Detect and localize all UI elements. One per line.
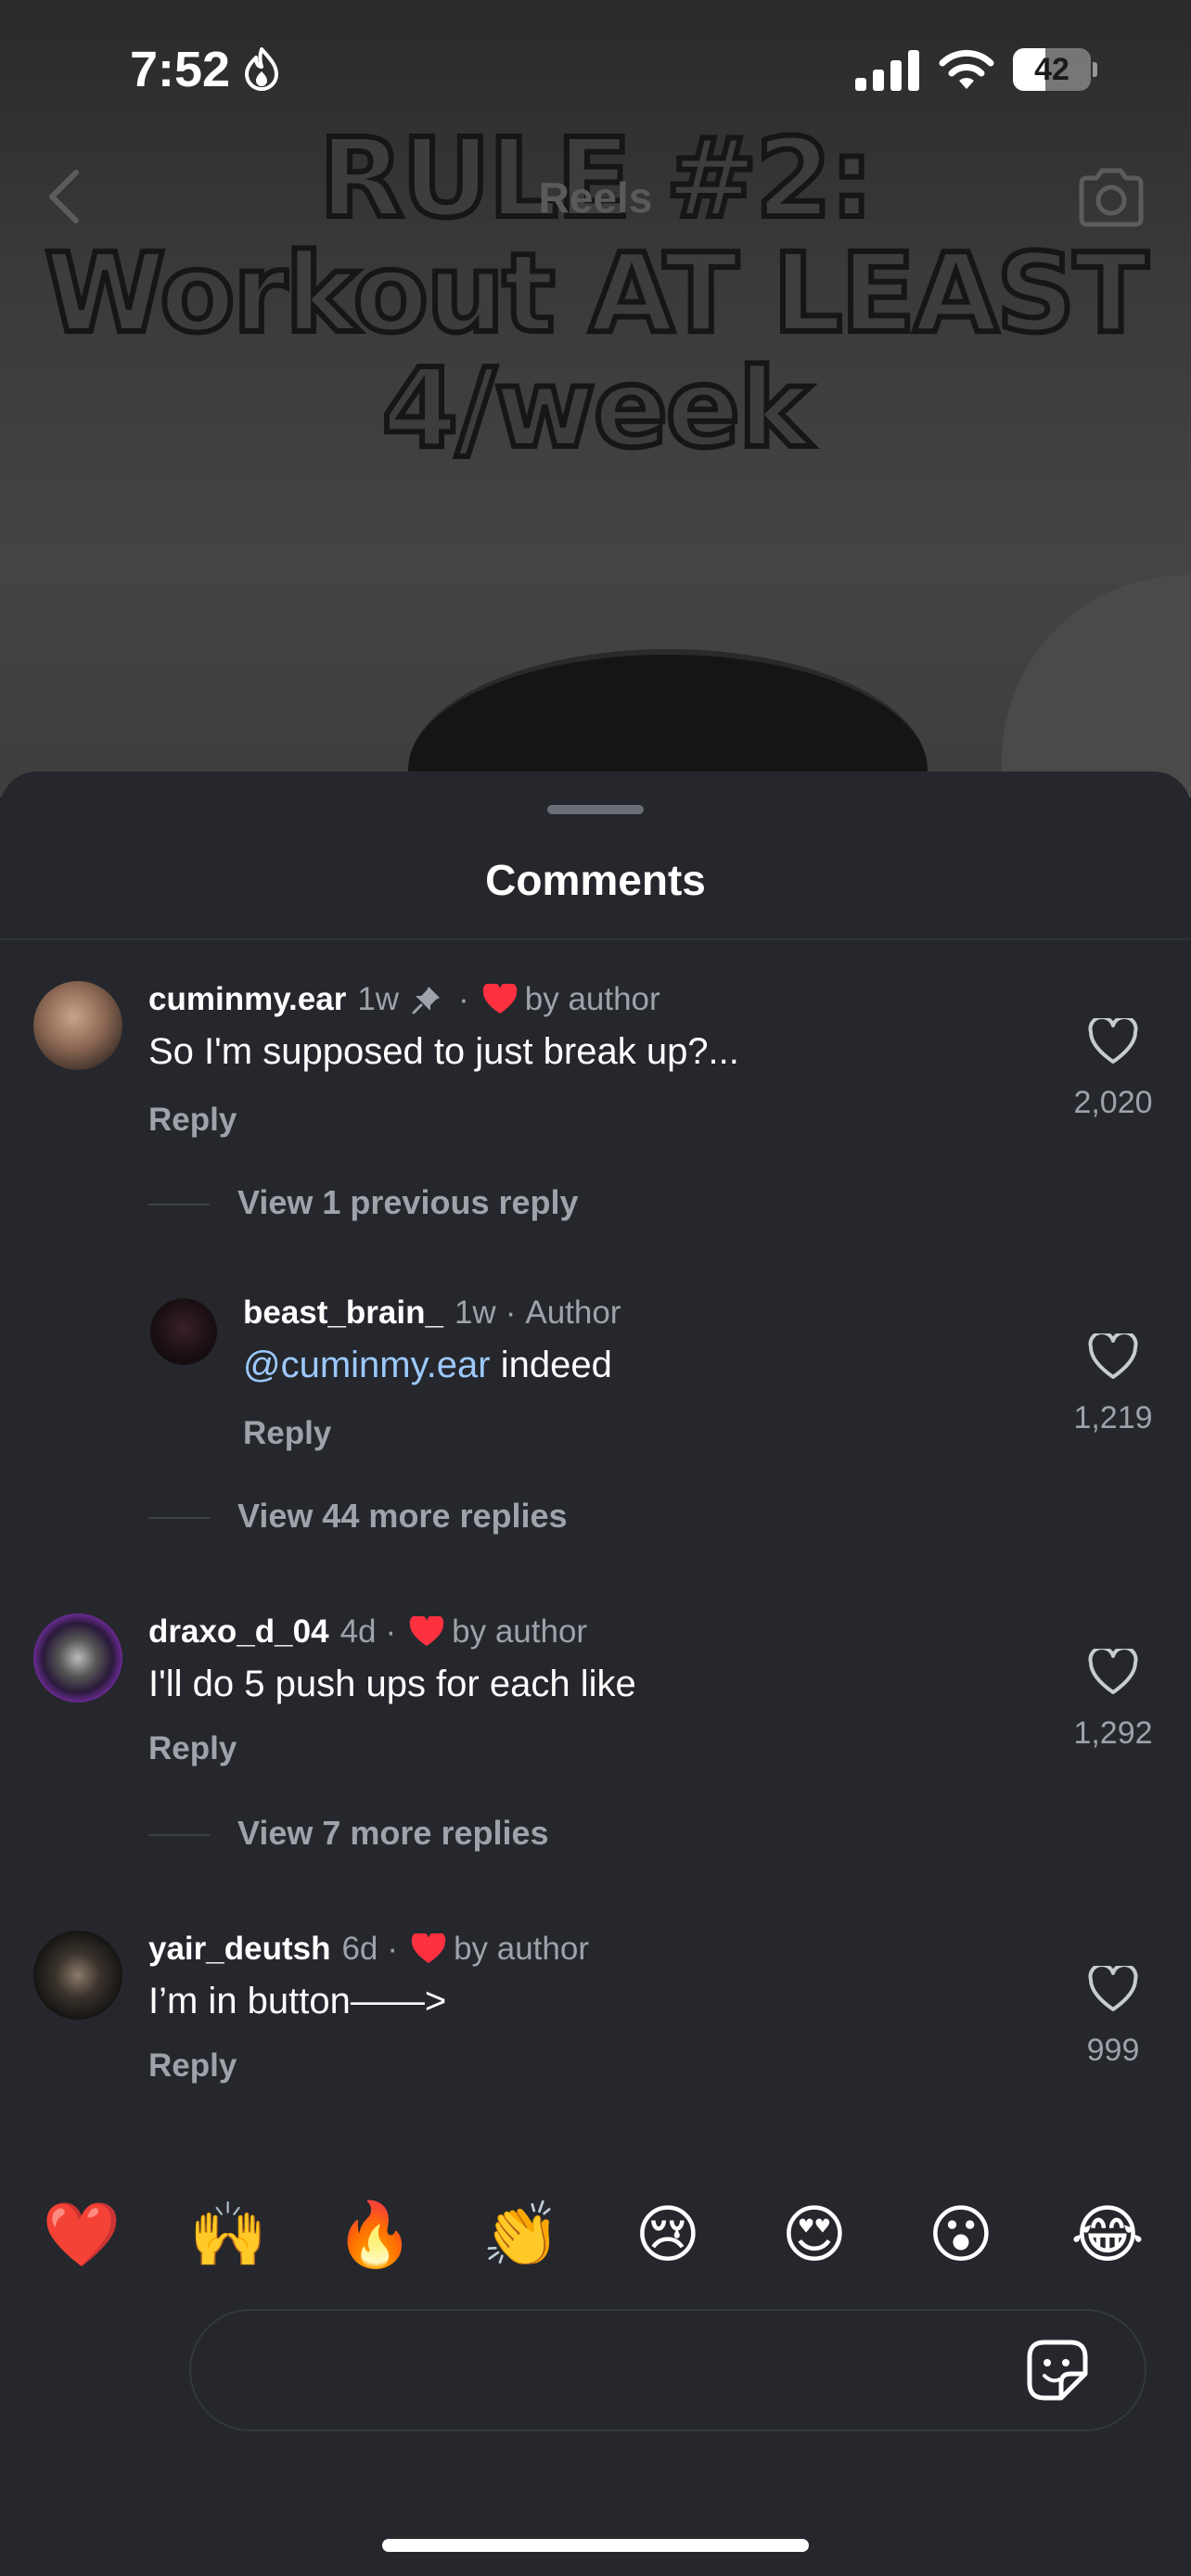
author-liked-heart-icon — [482, 984, 517, 1014]
view-replies-button[interactable]: View 7 more replies — [0, 1810, 1191, 1856]
status-bar: 7:52 42 — [0, 0, 1191, 139]
thread-line — [148, 1204, 210, 1205]
comment-age: 1w — [454, 1294, 496, 1331]
emoji-fire-button[interactable]: 🔥 — [328, 2188, 421, 2281]
meta-separator: · — [385, 1613, 397, 1650]
video-caption-line: Workout AT LEAST — [42, 229, 1150, 357]
comment-text: I'll do 5 push ups for each like — [148, 1664, 636, 1704]
home-indicator[interactable] — [382, 2539, 809, 2552]
comment-text: @cuminmy.ear indeed — [243, 1345, 612, 1386]
emoji-clap-button[interactable]: 👏 — [475, 2188, 568, 2281]
cellular-signal-icon — [855, 50, 919, 91]
comment-meta: beast_brain_ 1w · Author — [243, 1294, 621, 1332]
heart-like-icon[interactable] — [1087, 1333, 1139, 1382]
avatar[interactable] — [33, 981, 122, 1070]
emoji-surprised-button[interactable]: 😮 — [915, 2188, 1007, 2281]
heart-like-icon[interactable] — [1087, 1966, 1139, 2014]
comment-text: So I'm supposed to just break up?... — [148, 1031, 739, 1072]
battery-indicator: 42 — [1013, 48, 1097, 91]
avatar[interactable] — [33, 1931, 122, 2020]
sheet-grabber-handle[interactable] — [547, 805, 644, 814]
sticker-icon[interactable] — [1024, 2337, 1091, 2404]
heart-like-icon[interactable] — [1087, 1018, 1139, 1066]
emoji-laughing-button[interactable]: 😂 — [1061, 2188, 1154, 2281]
nav-title: Reels — [538, 173, 653, 222]
liked-by-author-label: by author — [454, 1931, 589, 1967]
meta-separator: · — [387, 1931, 399, 1967]
view-replies-button[interactable]: View 44 more replies — [0, 1493, 1191, 1539]
avatar[interactable] — [33, 1613, 122, 1702]
comment-input[interactable] — [228, 2339, 989, 2404]
wifi-icon — [939, 49, 994, 89]
comment-username[interactable]: beast_brain_ — [243, 1294, 443, 1332]
pin-icon — [412, 987, 441, 1014]
mention-link[interactable]: @cuminmy.ear — [243, 1345, 491, 1385]
comment-meta: draxo_d_04 4d · by author — [148, 1613, 587, 1651]
emoji-heart-button[interactable]: ❤️ — [35, 2188, 128, 2281]
emoji-heart-eyes-button[interactable]: 😍 — [768, 2188, 861, 2281]
like-count: 1,292 — [1073, 1715, 1153, 1751]
comment-age: 6d — [341, 1931, 378, 1967]
meta-separator: · — [458, 981, 469, 1017]
video-background-shape — [1002, 575, 1191, 797]
status-time: 7:52 — [130, 42, 231, 97]
sheet-divider — [0, 938, 1191, 940]
like-count: 1,219 — [1073, 1400, 1153, 1435]
emoji-raised-hands-button[interactable]: 🙌 — [182, 2188, 275, 2281]
thread-line — [148, 1517, 210, 1519]
emoji-reaction-bar: ❤️ 🙌 🔥 👏 😢 😍 😮 😂 — [0, 2188, 1191, 2281]
reply-button[interactable]: Reply — [243, 1415, 331, 1452]
comment-age: 1w — [357, 981, 400, 1017]
thread-line — [148, 1834, 210, 1836]
like-count: 999 — [1086, 2033, 1140, 2068]
comment-username[interactable]: draxo_d_04 — [148, 1613, 329, 1651]
meta-separator: · — [505, 1294, 517, 1331]
reply-button[interactable]: Reply — [148, 1102, 237, 1139]
comment-username[interactable]: yair_deutsh — [148, 1931, 330, 1968]
battery-nub — [1093, 62, 1097, 77]
view-replies-button[interactable]: View 1 previous reply — [0, 1180, 1191, 1226]
liked-by-author-label: by author — [524, 981, 660, 1017]
view-replies-label[interactable]: View 44 more replies — [237, 1497, 568, 1536]
liked-by-author-label: by author — [452, 1613, 588, 1650]
comment-age: 4d — [339, 1613, 377, 1650]
comment-meta: yair_deutsh 6d · by author — [148, 1931, 589, 1968]
comment-username[interactable]: cuminmy.ear — [148, 981, 346, 1018]
view-replies-label[interactable]: View 1 previous reply — [237, 1183, 579, 1222]
like-count: 2,020 — [1073, 1085, 1153, 1120]
emoji-crying-button[interactable]: 😢 — [621, 2188, 714, 2281]
comment-text: I’m in button——> — [148, 1981, 447, 2021]
avatar[interactable] — [150, 1298, 217, 1365]
view-replies-label[interactable]: View 7 more replies — [237, 1814, 549, 1853]
camera-icon[interactable] — [1076, 165, 1146, 228]
comment-text-body: indeed — [490, 1345, 612, 1385]
comment-meta: cuminmy.ear 1w · by author — [148, 981, 660, 1018]
flame-activity-icon — [245, 47, 278, 91]
author-liked-heart-icon — [411, 1933, 446, 1963]
reply-button[interactable]: Reply — [148, 2047, 237, 2085]
comment-input-box[interactable] — [189, 2309, 1146, 2431]
sheet-title: Comments — [485, 856, 706, 904]
reply-button[interactable]: Reply — [148, 1730, 237, 1767]
heart-like-icon[interactable] — [1087, 1649, 1139, 1697]
author-liked-heart-icon — [409, 1616, 444, 1646]
video-caption-line: 4/week — [379, 344, 814, 472]
battery-level: 42 — [1034, 52, 1069, 87]
battery-body: 42 — [1013, 48, 1091, 91]
author-badge: Author — [525, 1294, 621, 1331]
